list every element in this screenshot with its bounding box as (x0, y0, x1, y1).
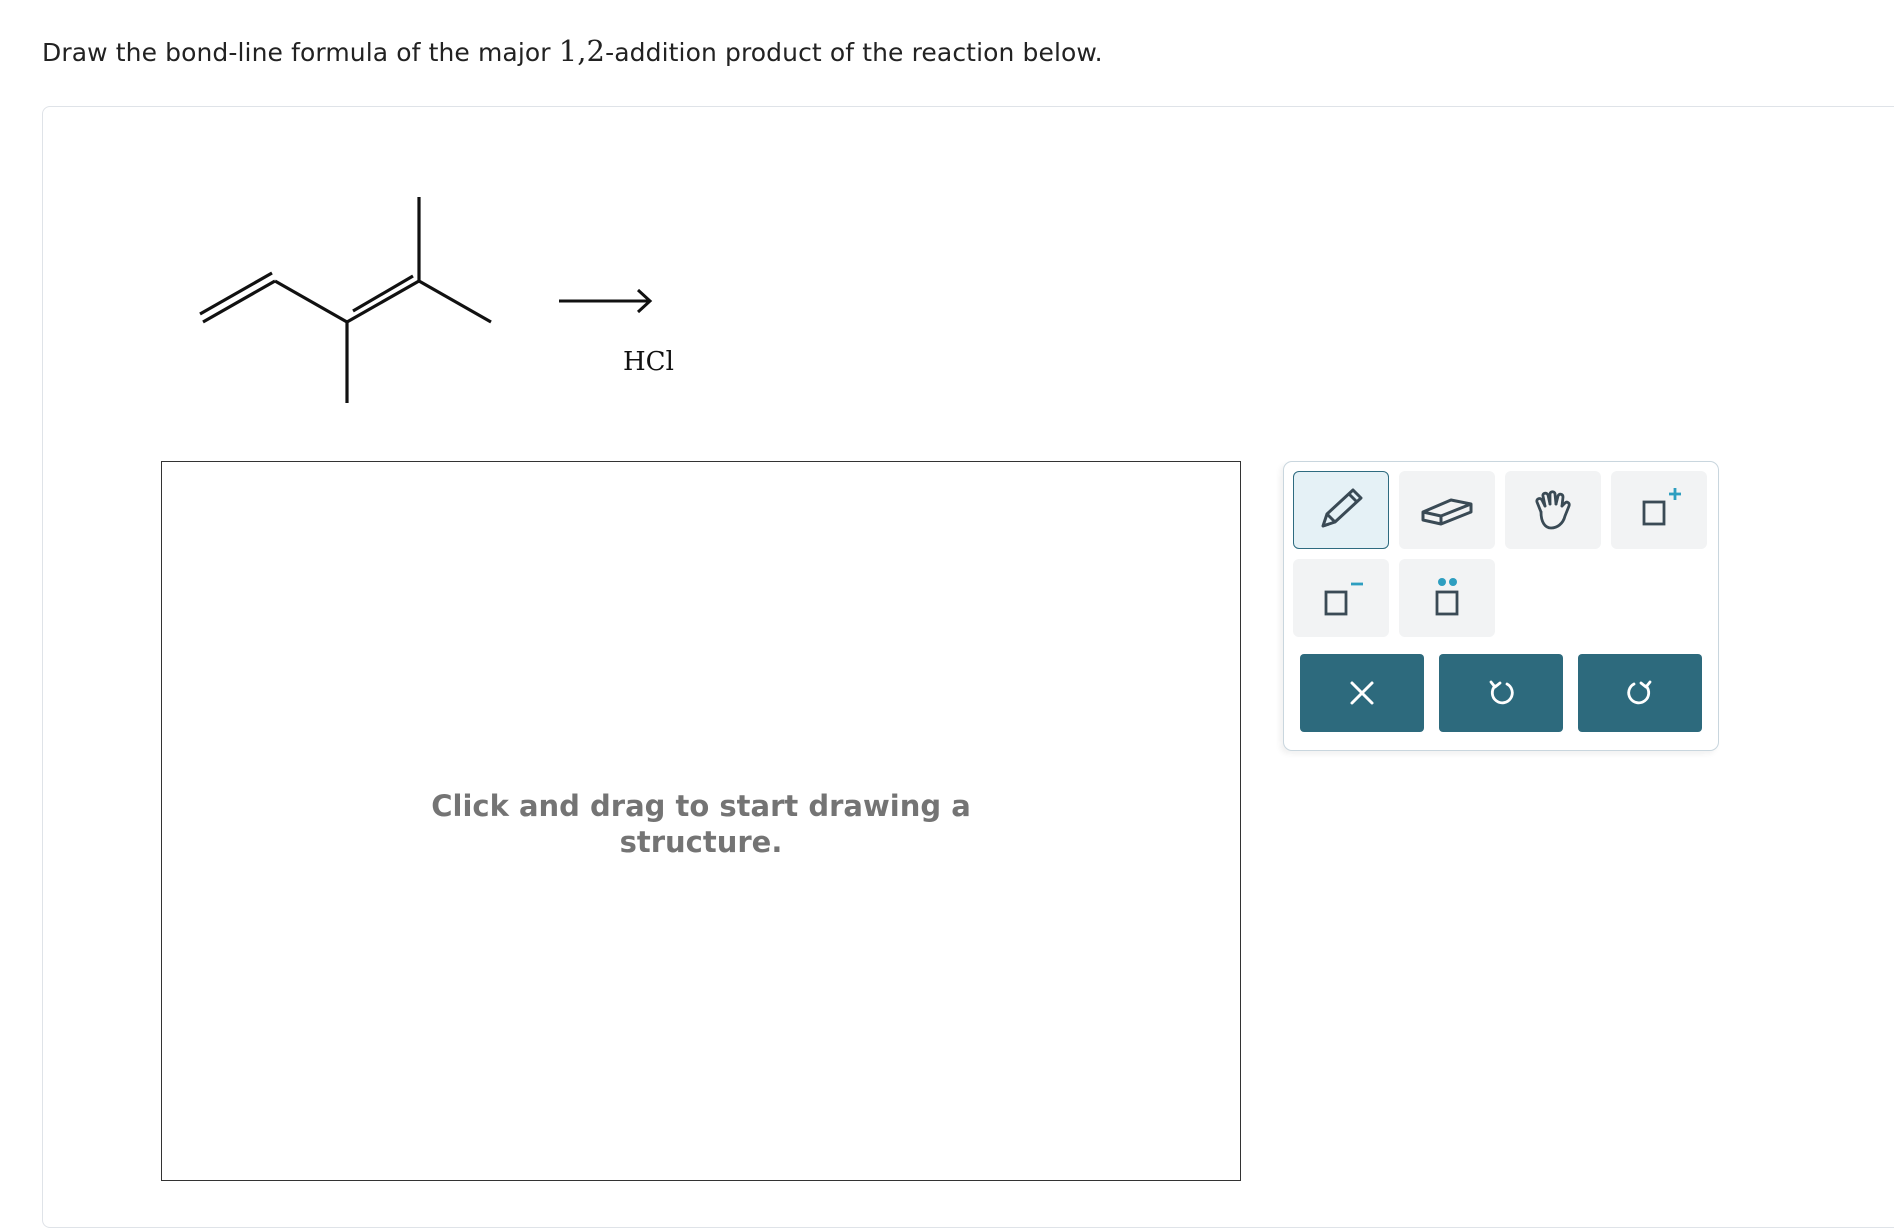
redo-button[interactable] (1578, 654, 1702, 732)
clear-icon (1350, 681, 1374, 705)
reaction-scheme: HCl (43, 107, 743, 427)
bond-internal-double-inner (352, 274, 414, 313)
eraser-icon (1421, 498, 1473, 526)
bond-c2-c3 (274, 279, 348, 324)
drawing-canvas[interactable]: Click and drag to start drawing a struct… (161, 461, 1241, 1181)
pencil-icon (1321, 488, 1363, 528)
placeholder-line-1: Click and drag to start drawing a (431, 789, 971, 823)
bond-internal-double-outer (346, 279, 420, 324)
clear-button[interactable] (1300, 654, 1424, 732)
placeholder-line-2: structure. (619, 825, 783, 859)
bond-terminal-double-inner (199, 271, 273, 316)
reaction-arrow (559, 288, 653, 314)
reagent-label: HCl (623, 347, 674, 377)
negative-charge-button[interactable] (1293, 559, 1389, 637)
negative-charge-icon (1324, 582, 1363, 616)
question-prompt: Draw the bond-line formula of the major … (42, 34, 1103, 68)
undo-button[interactable] (1439, 654, 1563, 732)
move-tool-button[interactable] (1505, 471, 1601, 549)
bond-methyl-right (418, 279, 492, 324)
bond-terminal-double-outer (202, 279, 276, 324)
reactant-structure (199, 197, 653, 403)
pencil-tool-button[interactable] (1293, 471, 1389, 549)
prompt-math: 1,2 (558, 34, 606, 68)
redo-icon (1627, 680, 1652, 705)
lone-pair-button[interactable] (1399, 559, 1495, 637)
positive-charge-icon (1642, 488, 1681, 526)
lone-pair-icon (1435, 578, 1459, 616)
undo-icon (1489, 680, 1514, 705)
canvas-placeholder: Click and drag to start drawing a struct… (162, 788, 1240, 860)
eraser-tool-button[interactable] (1399, 471, 1495, 549)
prompt-text-before: Draw the bond-line formula of the major (42, 38, 559, 67)
drawing-toolbar (1283, 461, 1719, 751)
hand-icon (1535, 490, 1571, 530)
positive-charge-button[interactable] (1611, 471, 1707, 549)
prompt-text-after: -addition product of the reaction below. (605, 38, 1103, 67)
